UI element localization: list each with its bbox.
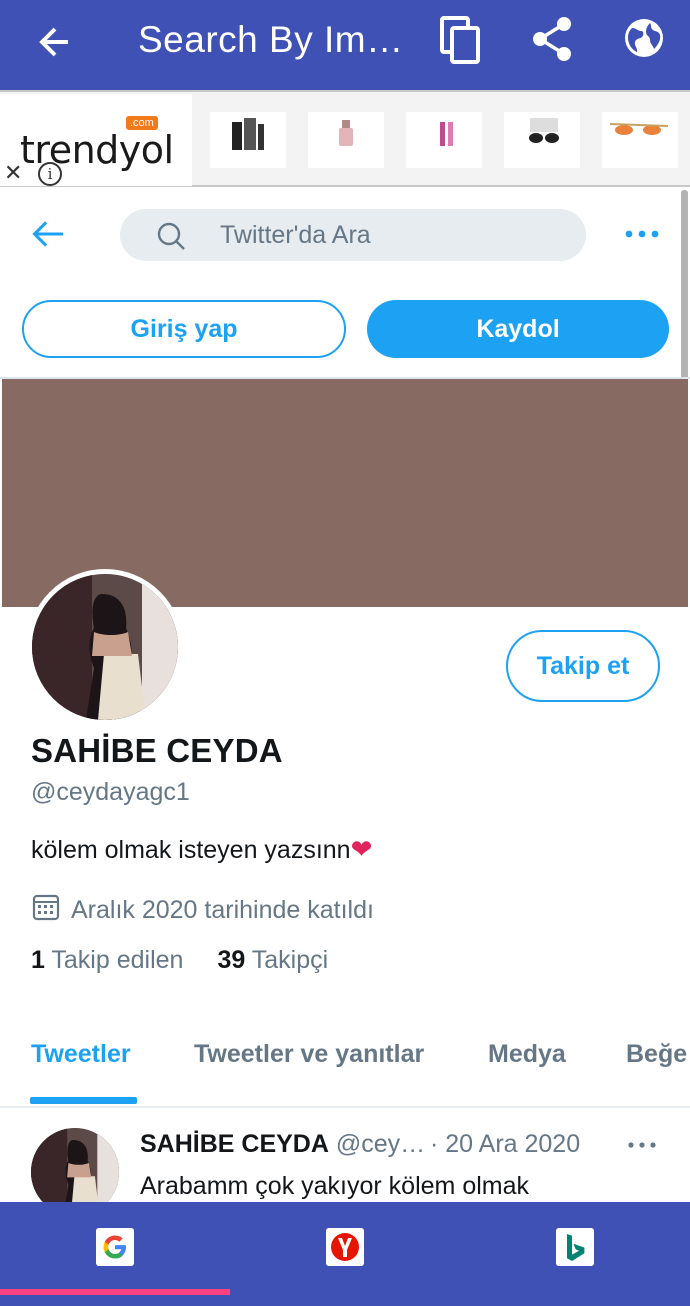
follow-button[interactable]: Takip et: [506, 630, 660, 702]
tab-tweets-and-replies[interactable]: Tweetler ve yanıtlar: [194, 1040, 424, 1069]
profile-joined-text: Aralık 2020 tarihinde katıldı: [71, 896, 374, 924]
calendar-icon: [32, 894, 60, 921]
following-count: 1: [31, 946, 45, 974]
tab-likes[interactable]: Beğe: [626, 1040, 687, 1069]
ad-product-sunglasses-orange[interactable]: [602, 112, 678, 168]
heart-emoji-icon: ❤: [350, 834, 373, 864]
profile-handle: @ceydayagc1: [31, 778, 190, 806]
profile-bio-text: kölem olmak isteyen yazsınn: [31, 836, 351, 864]
twitter-back-icon[interactable]: [30, 216, 66, 252]
signup-button[interactable]: Kaydol: [367, 300, 669, 358]
profile-tabs: Tweetler Tweetler ve yanıtlar Medya Beğe: [0, 1028, 690, 1108]
ad-close-icon[interactable]: ✕: [4, 160, 22, 186]
yandex-icon[interactable]: [326, 1228, 364, 1266]
tweet-author-handle[interactable]: @cey…: [336, 1130, 425, 1158]
search-icon: [157, 222, 185, 250]
tab-media[interactable]: Medya: [488, 1040, 566, 1069]
ad-brand[interactable]: .com trendyol ✕ i: [0, 94, 192, 186]
tweet-header: SAHİBE CEYDA @cey…: [140, 1130, 425, 1159]
profile-avatar[interactable]: [27, 569, 183, 725]
twitter-search-bar[interactable]: [120, 209, 586, 261]
app-title: Search By Im…: [138, 19, 404, 60]
bing-icon[interactable]: [556, 1228, 594, 1266]
tweet-more-icon[interactable]: [627, 1136, 657, 1154]
tab-tweets[interactable]: Tweetler: [31, 1040, 131, 1069]
globe-icon[interactable]: [620, 14, 668, 66]
more-options-icon[interactable]: [622, 222, 662, 246]
copy-icon[interactable]: [436, 14, 484, 66]
followers-link[interactable]: 39 Takipçi: [217, 946, 328, 974]
ad-product-perfume-black[interactable]: [210, 112, 286, 168]
google-icon[interactable]: [96, 1228, 134, 1266]
followers-label: Takipçi: [251, 946, 329, 974]
profile-bio: kölem olmak isteyen yazsınn❤: [31, 834, 372, 865]
tweet-author-name[interactable]: SAHİBE CEYDA: [140, 1130, 329, 1158]
profile-joined: Aralık 2020 tarihinde katıldı: [31, 892, 374, 925]
app-bar: Search By Im…: [0, 0, 690, 90]
following-link[interactable]: 1 Takip edilen: [31, 946, 183, 974]
profile-follow-stats: 1 Takip edilen 39 Takipçi: [31, 946, 328, 975]
tweet-text: Arabamm çok yakıyor kölem olmak: [140, 1172, 530, 1200]
followers-count: 39: [217, 946, 246, 974]
active-tab-indicator: [30, 1097, 137, 1104]
search-engine-bar: [0, 1202, 690, 1306]
ad-product-perfume-pink[interactable]: [308, 112, 384, 168]
active-engine-indicator: [0, 1289, 230, 1295]
tweet-date[interactable]: · 20 Ara 2020: [430, 1130, 580, 1159]
ad-banner[interactable]: .com trendyol ✕ i: [0, 90, 690, 187]
ad-product-sunglasses-black[interactable]: [504, 112, 580, 168]
twitter-search-input[interactable]: [220, 217, 560, 253]
profile-name: SAHİBE CEYDA: [31, 732, 283, 769]
ad-product-lipgloss[interactable]: [406, 112, 482, 168]
following-label: Takip edilen: [51, 946, 184, 974]
login-button[interactable]: Giriş yap: [22, 300, 346, 358]
back-arrow-icon[interactable]: [30, 18, 78, 66]
share-icon[interactable]: [528, 14, 576, 66]
ad-info-icon[interactable]: i: [38, 162, 62, 186]
